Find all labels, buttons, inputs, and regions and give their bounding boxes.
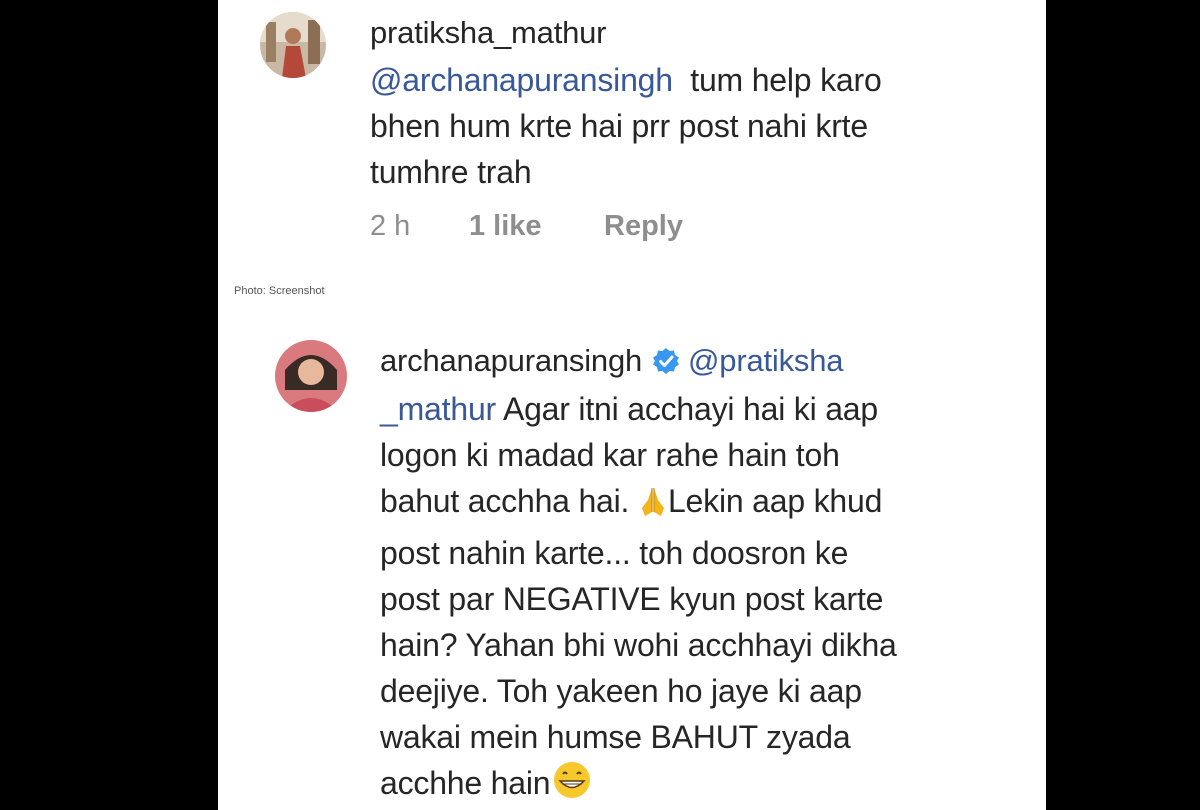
- comment-timestamp: 2 h: [370, 210, 411, 242]
- likes-count[interactable]: 1 like: [469, 210, 542, 243]
- user-photo-avatar-icon: [260, 12, 326, 78]
- comment-text-line: Agar itni acchayi hai ki aap: [502, 391, 878, 427]
- comment-text-line: deejiye. Toh yakeen ho jaye ki aap: [380, 673, 862, 709]
- comment-text-line: post nahin karte... toh doosron ke: [380, 535, 849, 571]
- photo-caption: Photo: Screenshot: [234, 285, 325, 297]
- comment-text-line: bhen hum krte hai prr post nahi krte: [370, 108, 868, 144]
- mention-link[interactable]: _mathur: [380, 391, 496, 427]
- comment-username-row: archanapuransingh @pratiksha: [380, 343, 843, 383]
- avatar[interactable]: [260, 12, 326, 78]
- comment-text: @archanapuransingh tum help karo bhen hu…: [370, 57, 882, 195]
- comment-text-line: wakai mein humse BAHUT zyada: [380, 719, 851, 755]
- avatar[interactable]: [275, 340, 347, 412]
- comment-text-line: acchhe hain: [380, 765, 551, 801]
- comment-text-line: Lekin aap khud: [667, 483, 883, 519]
- comment-username[interactable]: pratiksha_mathur: [370, 15, 607, 51]
- verified-badge-icon: [652, 347, 680, 383]
- grinning-emoji: [550, 760, 594, 810]
- reply-button[interactable]: Reply: [604, 210, 683, 243]
- comment-text-line: bahut acchha hai.: [380, 483, 630, 519]
- comment-text-line: tumhre trah: [370, 154, 532, 190]
- comments-panel: pratiksha_mathur @archanapuransingh tum …: [218, 0, 1046, 810]
- user-photo-avatar-icon: [275, 340, 347, 412]
- comment-text: _mathur Agar itni acchayi hai ki aap log…: [380, 386, 897, 810]
- mention-link[interactable]: @archanapuransingh: [370, 62, 673, 98]
- comment-text-line: hain? Yahan bhi wohi acchhayi dikha: [380, 627, 897, 663]
- folded-hands-emoji: [638, 484, 668, 530]
- comment-text-line: tum help karo: [690, 62, 882, 98]
- comment-username[interactable]: archanapuransingh: [380, 343, 642, 378]
- comment-text-line: logon ki madad kar rahe hain toh: [380, 437, 840, 473]
- comment-text-line: post par NEGATIVE kyun post karte: [380, 581, 884, 617]
- mention-link[interactable]: @pratiksha: [688, 343, 843, 378]
